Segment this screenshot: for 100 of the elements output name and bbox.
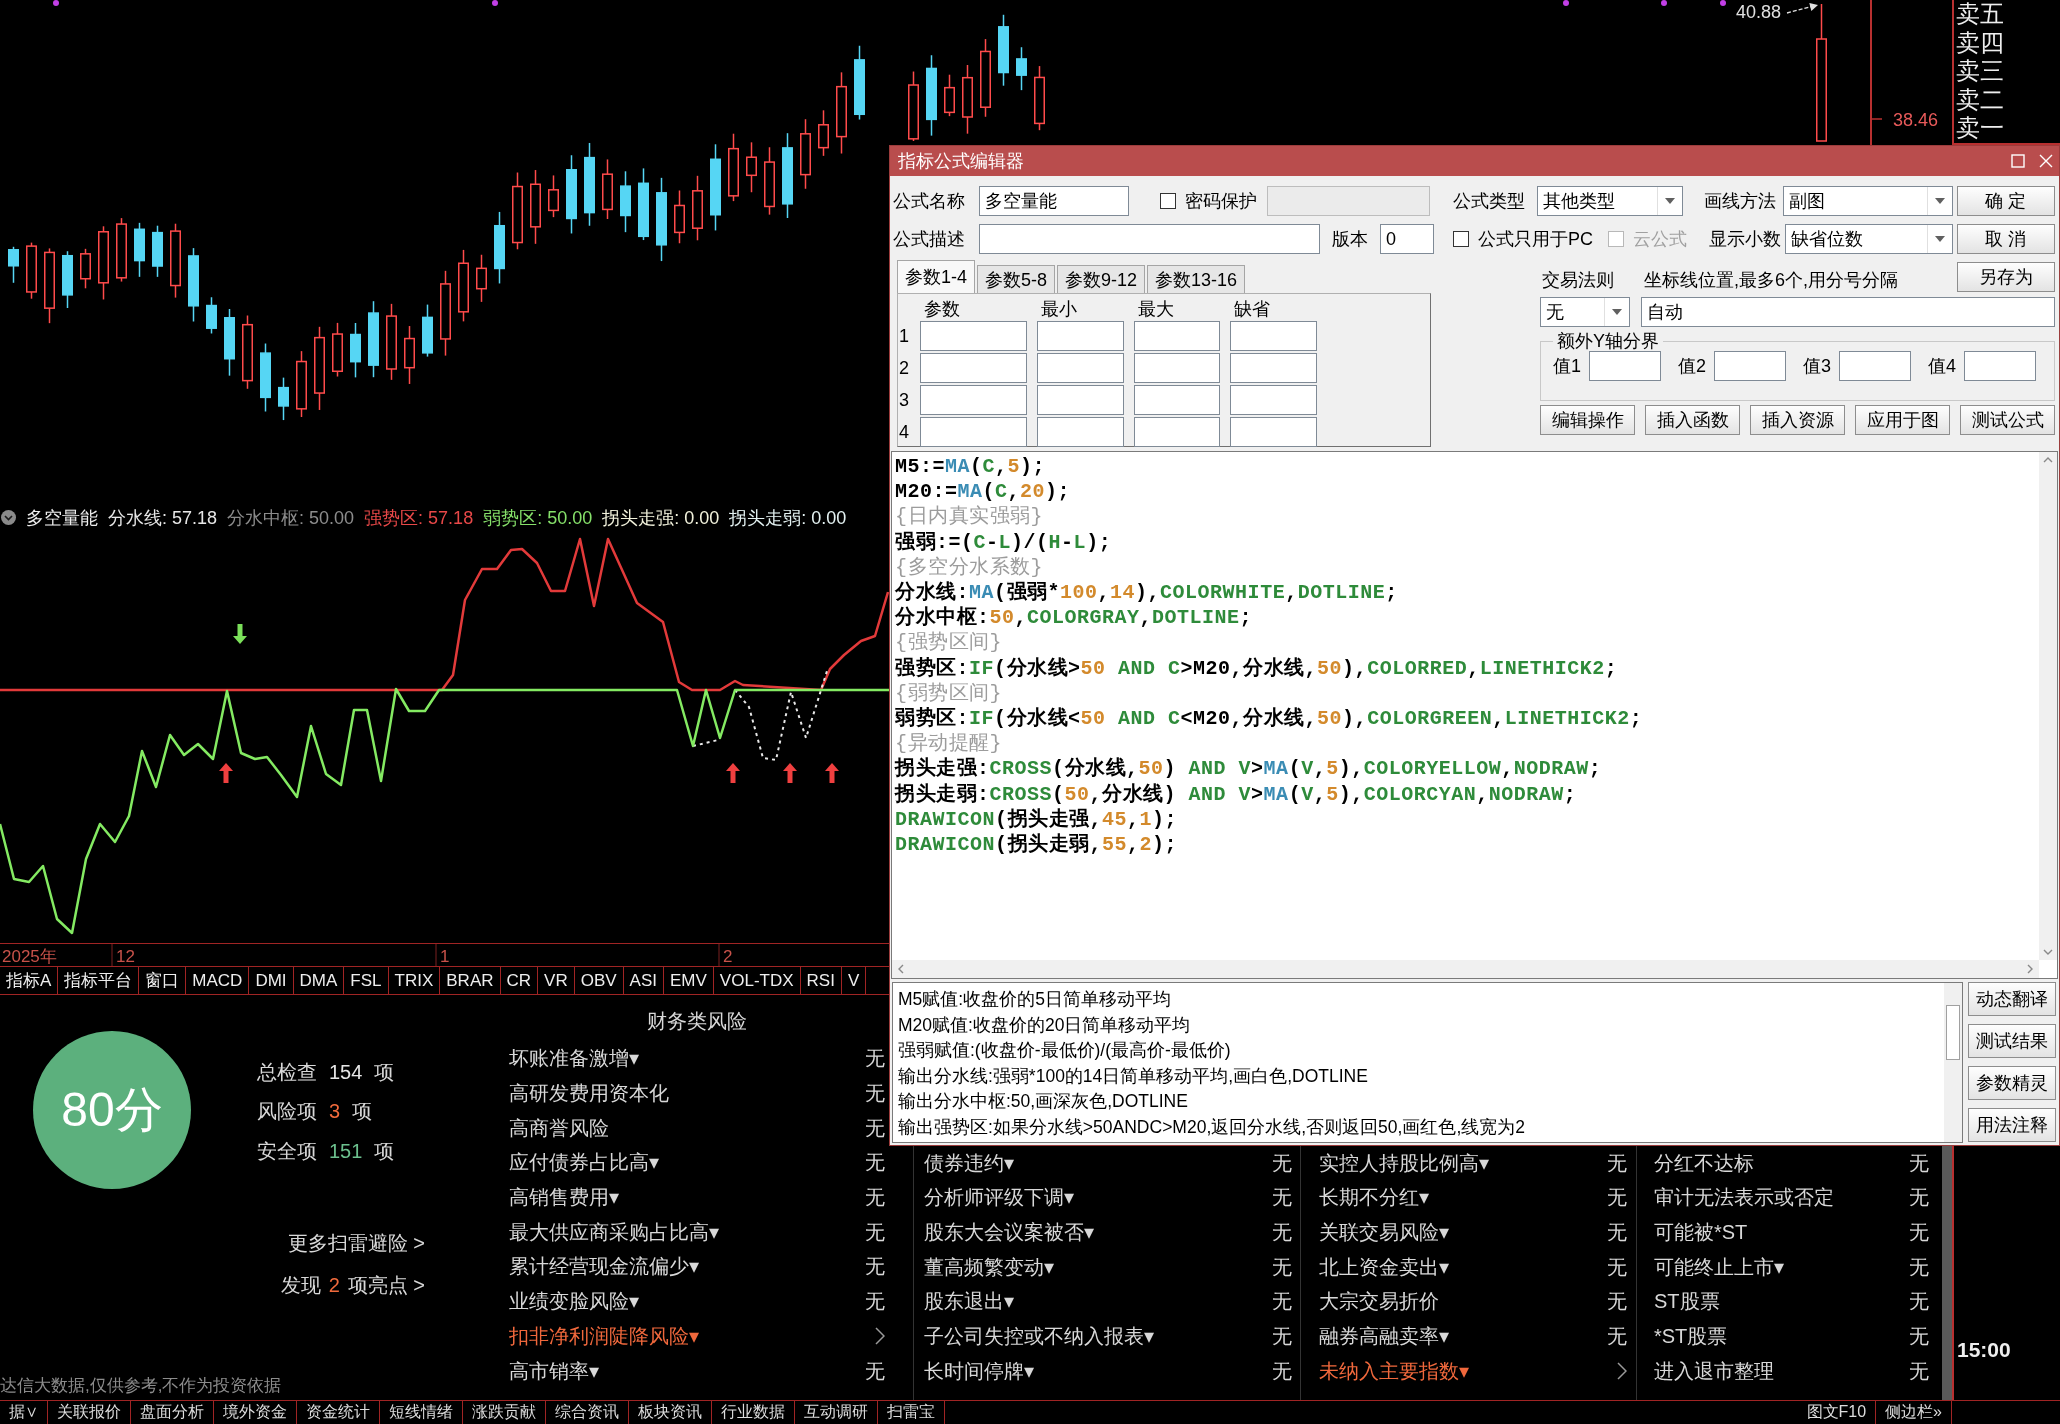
bottom-tab[interactable]: 境外资金 (214, 1401, 297, 1424)
side-button[interactable]: 测试结果 (1968, 1024, 2056, 1058)
risk-item[interactable]: 高销售费用▾ (509, 1186, 619, 1209)
indicator-tab[interactable]: BRAR (440, 967, 501, 994)
bottom-tab[interactable]: 扫雷宝 (878, 1401, 945, 1424)
checkbox[interactable] (1453, 231, 1469, 247)
risk-item[interactable]: 高商誉风险 (509, 1116, 609, 1139)
indicator-tab[interactable]: EMV (664, 967, 714, 994)
text-link[interactable]: 更多扫雷避险 > (287, 1222, 425, 1264)
parameter-input[interactable] (1134, 385, 1220, 415)
indicator-tab[interactable]: DMI (249, 967, 294, 994)
bottom-tab[interactable]: 关联报价 (48, 1401, 131, 1424)
bottom-tab[interactable]: 涨跌贡献 (463, 1401, 546, 1424)
dropdown-arrow-icon[interactable] (1935, 198, 1945, 204)
side-button[interactable]: 动态翻译 (1968, 982, 2056, 1016)
bottom-tab[interactable]: 综合资讯 (546, 1401, 629, 1424)
vertical-scrollbar[interactable] (1944, 983, 1962, 1142)
cancel-button[interactable]: 取 消 (1957, 224, 2055, 254)
indicator-tab[interactable]: MACD (186, 967, 250, 994)
parameter-input[interactable] (1037, 385, 1124, 415)
risk-item[interactable]: 分析师评级下调▾ (924, 1186, 1074, 1209)
parameter-input[interactable] (920, 417, 1027, 447)
dropdown-arrow-icon[interactable] (1935, 236, 1945, 242)
bottom-tab[interactable]: 互动调研 (795, 1401, 878, 1424)
indicator-tab[interactable]: V (841, 967, 867, 994)
side-button[interactable]: 用法注释 (1968, 1108, 2056, 1142)
risk-item[interactable]: 长时间停牌▾ (924, 1359, 1034, 1382)
risk-item[interactable]: ST股票 (1654, 1290, 1720, 1313)
action-button[interactable]: 插入资源 (1750, 405, 1845, 435)
checkbox-label[interactable]: 密码保护 (1185, 190, 1257, 212)
close-icon[interactable] (2039, 154, 2053, 168)
checkbox-label[interactable]: 公式只用于PC (1478, 228, 1593, 250)
draw-method-select[interactable]: 副图 (1783, 186, 1953, 216)
parameter-input[interactable] (920, 385, 1027, 415)
bottom-tab[interactable]: 据∨ (0, 1401, 48, 1424)
param-tab[interactable]: 参数5-8 (977, 265, 1056, 293)
risk-item[interactable]: 审计无法表示或否定 (1654, 1186, 1834, 1209)
risk-item[interactable]: 高市销率▾ (509, 1359, 599, 1382)
param-tab[interactable]: 参数1-4 (897, 260, 975, 293)
value-input[interactable] (1839, 351, 1911, 381)
risk-item[interactable]: 扣非净利润陡降风险▾ (509, 1324, 699, 1347)
risk-item[interactable]: 业绩变脸风险▾ (509, 1290, 639, 1313)
horizontal-scrollbar[interactable] (892, 960, 2039, 978)
bottom-tab[interactable]: 侧边栏» (1876, 1401, 1952, 1424)
indicator-tab[interactable]: CR (500, 967, 539, 994)
risk-item[interactable]: 子公司失控或不纳入报表▾ (924, 1324, 1154, 1347)
bottom-tab[interactable]: 盘面分析 (131, 1401, 214, 1424)
side-button[interactable]: 参数精灵 (1968, 1066, 2056, 1100)
indicator-tab[interactable]: DMA (293, 967, 345, 994)
parameter-input[interactable] (1230, 385, 1317, 415)
chevron-right-icon[interactable] (875, 1326, 885, 1345)
parameter-input[interactable] (1134, 321, 1220, 351)
risk-item[interactable]: 股东退出▾ (924, 1290, 1014, 1313)
indicator-tab[interactable]: FSL (344, 967, 389, 994)
risk-item[interactable]: 进入退市整理 (1654, 1359, 1774, 1382)
scroll-left-icon[interactable] (898, 964, 904, 974)
risk-item[interactable]: 董高频繁变动▾ (924, 1255, 1054, 1278)
maximize-icon[interactable] (2011, 154, 2025, 168)
parameter-input[interactable] (920, 353, 1027, 383)
parameter-input[interactable] (1134, 353, 1220, 383)
indicator-tab[interactable]: OBV (574, 967, 624, 994)
text-link[interactable]: 发现 2 项亮点 > (280, 1264, 425, 1306)
risk-item[interactable]: 实控人持股比例高▾ (1319, 1151, 1489, 1174)
chevron-circle-icon[interactable] (1, 510, 16, 525)
scrollbar-thumb[interactable] (1946, 1005, 1960, 1060)
action-button[interactable]: 插入函数 (1645, 405, 1740, 435)
parameter-input[interactable] (1037, 353, 1124, 383)
indicator-tab[interactable]: VR (538, 967, 575, 994)
parameter-input[interactable] (920, 321, 1027, 351)
vertical-scrollbar[interactable] (2039, 452, 2057, 960)
risk-item[interactable]: 累计经营现金流偏少▾ (509, 1255, 699, 1278)
indicator-tab[interactable]: TRIX (388, 967, 441, 994)
risk-item[interactable]: 坏账准备激增▾ (509, 1047, 639, 1070)
risk-item[interactable]: *ST股票 (1654, 1324, 1728, 1347)
dropdown-arrow-icon[interactable] (1612, 309, 1622, 315)
risk-item[interactable]: 未纳入主要指数▾ (1319, 1359, 1469, 1382)
indicator-tab[interactable]: ASI (623, 967, 664, 994)
risk-item[interactable]: 股东大会议案被否▾ (924, 1220, 1094, 1243)
bottom-tab[interactable]: 行业数据 (712, 1401, 795, 1424)
risk-item[interactable]: 融券高融卖率▾ (1319, 1324, 1449, 1347)
parameter-input[interactable] (1134, 417, 1220, 447)
parameter-input[interactable] (1230, 417, 1317, 447)
value-input[interactable] (1589, 351, 1661, 381)
scroll-up-icon[interactable] (2043, 457, 2053, 463)
risk-item[interactable]: 债券违约▾ (924, 1151, 1014, 1174)
bottom-tab[interactable]: 短线情绪 (380, 1401, 463, 1424)
confirm-button[interactable]: 确 定 (1957, 186, 2055, 216)
bottom-tab[interactable]: 图文F10 (1797, 1401, 1877, 1424)
indicator-tab[interactable]: 指标平台 (58, 967, 140, 994)
trade-rule-select[interactable]: 无 (1540, 297, 1630, 327)
risk-item[interactable]: 可能被*ST (1654, 1220, 1748, 1243)
type-select[interactable]: 其他类型 (1537, 186, 1683, 216)
risk-item[interactable]: 分红不达标 (1654, 1151, 1754, 1174)
risk-item[interactable]: 大宗交易折价 (1319, 1290, 1439, 1313)
risk-item[interactable]: 最大供应商采购占比高▾ (509, 1220, 719, 1243)
risk-item[interactable]: 长期不分红▾ (1319, 1186, 1429, 1209)
param-tab[interactable]: 参数13-16 (1147, 265, 1246, 293)
parameter-input[interactable] (1230, 321, 1317, 351)
dropdown-arrow-icon[interactable] (1665, 198, 1675, 204)
scrollbar[interactable] (1942, 1146, 1952, 1400)
